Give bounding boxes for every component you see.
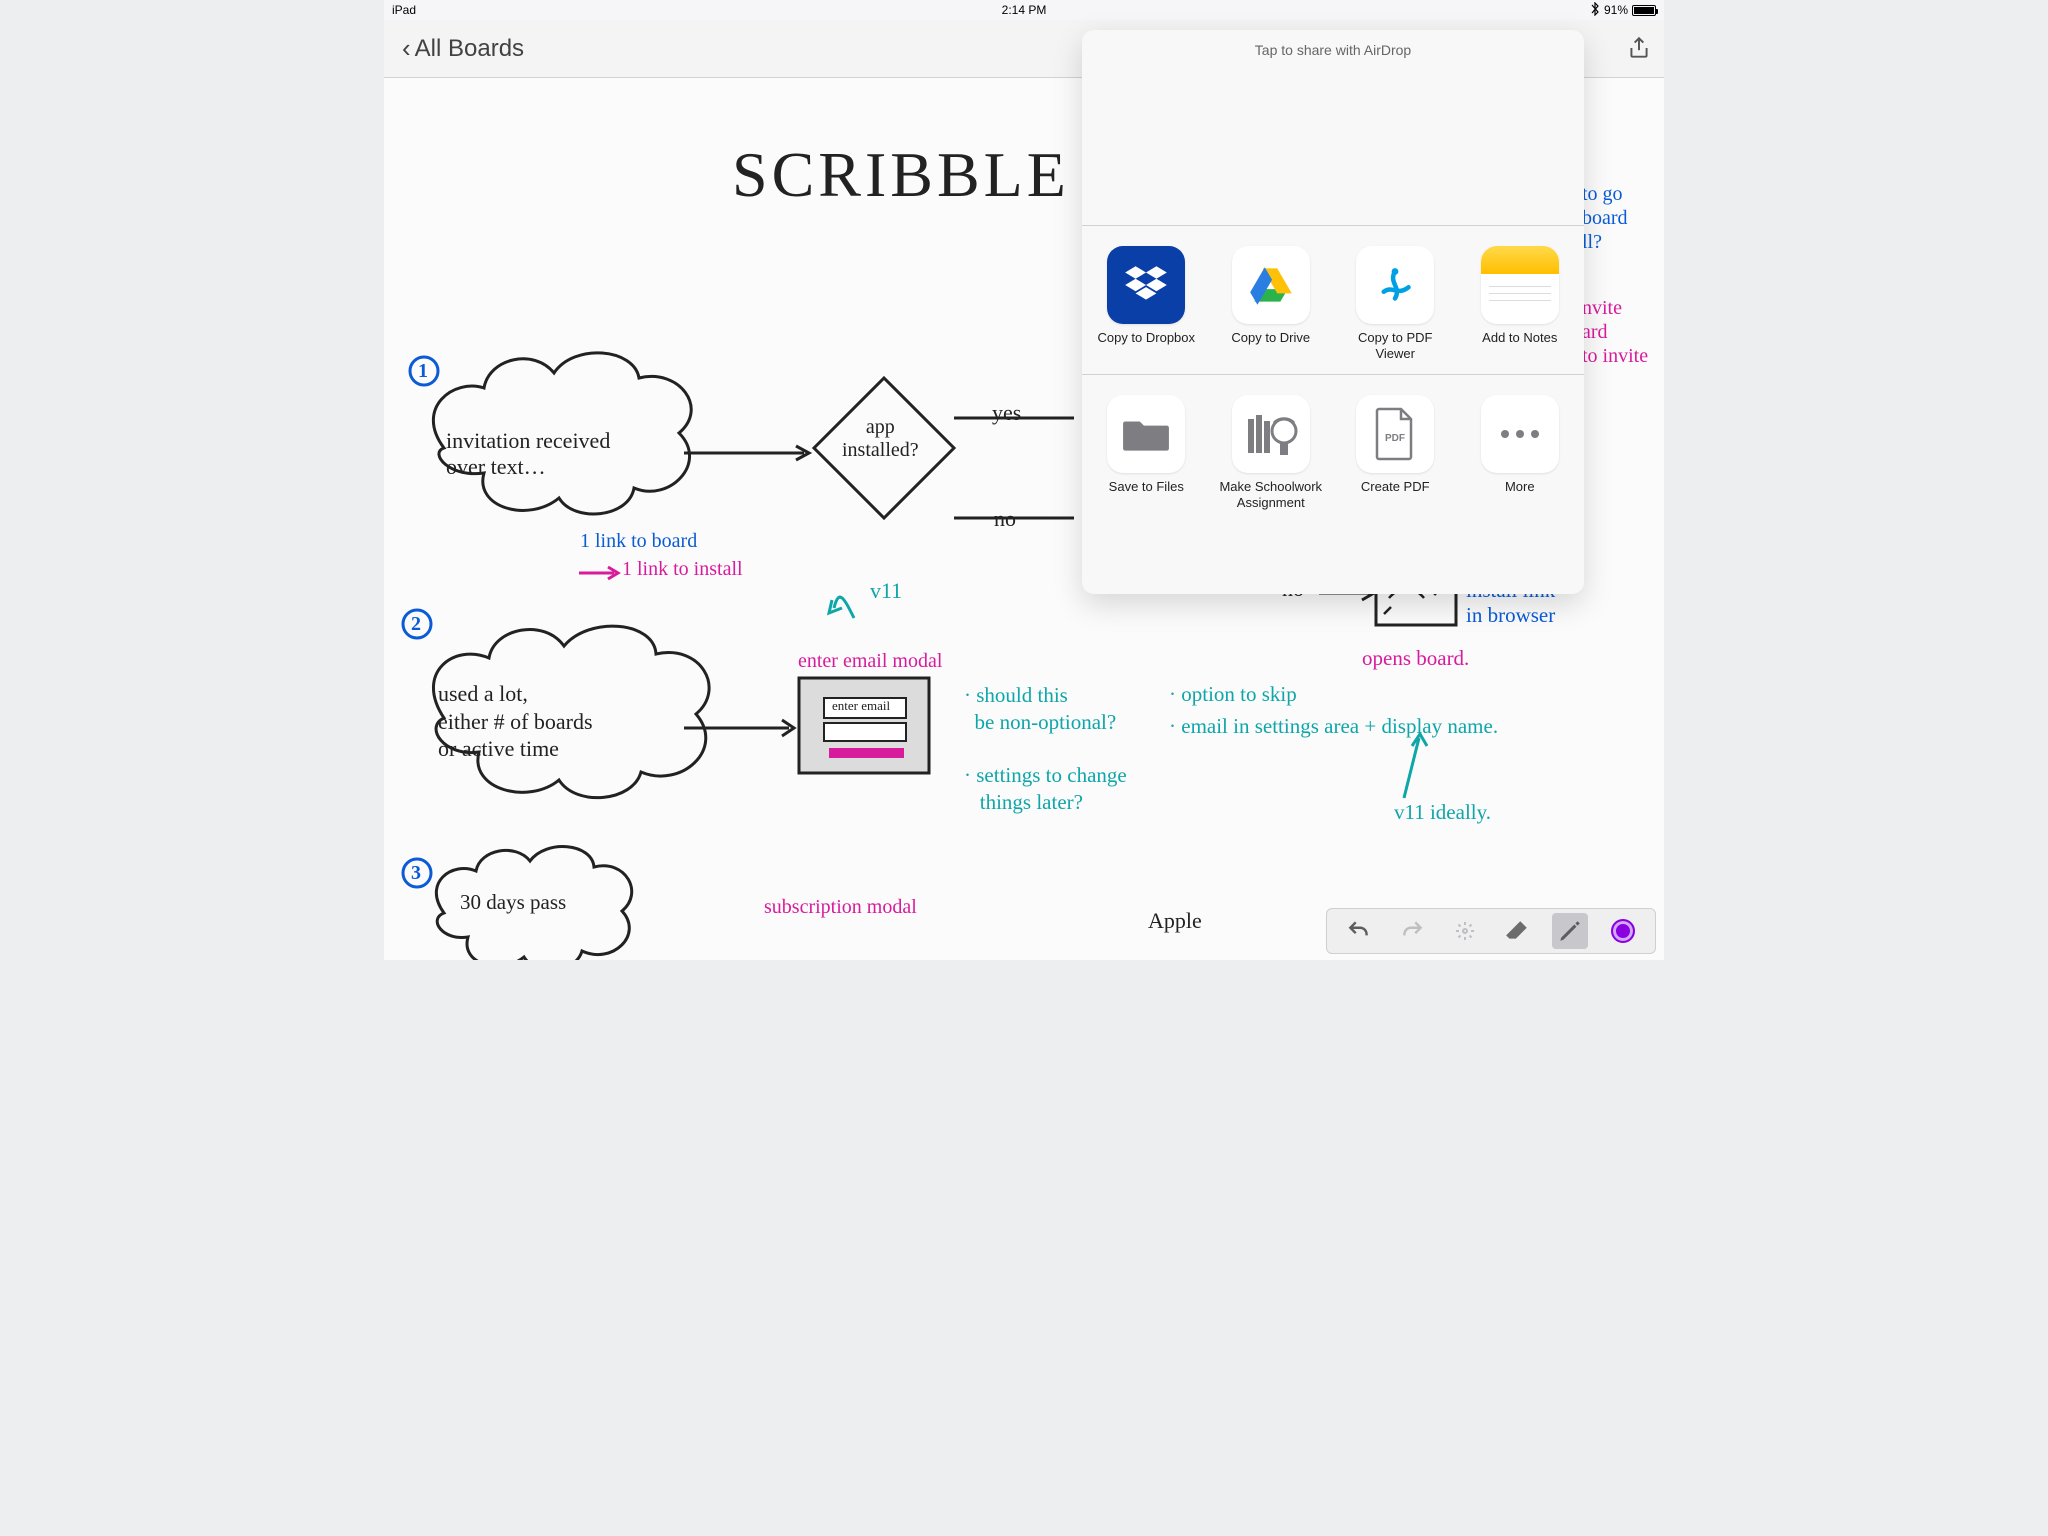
share-sheet: Tap to share with AirDrop Copy to Dropbo… — [1082, 30, 1584, 594]
share-action-add-to-notes[interactable]: Add to Notes — [1468, 246, 1573, 360]
back-button[interactable]: ‹ All Boards — [402, 33, 524, 64]
teal-question-1: · should this be non-optional? — [964, 682, 1116, 737]
bubble-1-text: invitation received over text… — [446, 428, 610, 481]
files-icon — [1107, 395, 1185, 473]
partial-right-b: nvite ard to invite — [1582, 296, 1648, 368]
airdrop-hint: Tap to share with AirDrop — [1082, 30, 1584, 70]
subscription-modal-label: subscription modal — [764, 896, 917, 919]
teal-question-5: v11 ideally. — [1394, 800, 1491, 825]
share-action-label: Add to Notes — [1482, 330, 1557, 360]
enter-email-field-label: enter email — [832, 698, 890, 714]
pdf-viewer-icon — [1356, 246, 1434, 324]
share-action-make-schoolwork-assignment[interactable]: Make Schoolwork Assignment — [1219, 395, 1324, 509]
share-actions-row-1: Copy to Dropbox Copy to Drive Copy to PD… — [1082, 226, 1584, 375]
v11-label: v11 — [870, 578, 902, 604]
undo-button[interactable] — [1341, 913, 1377, 949]
board-title: SCRIBBLE — [732, 138, 1070, 212]
status-bar: iPad 2:14 PM 91% — [384, 0, 1664, 20]
device-label: iPad — [392, 3, 416, 17]
link-note-line1: 1 link to board — [580, 530, 697, 553]
eraser-button[interactable] — [1499, 913, 1535, 949]
airdrop-area[interactable] — [1082, 70, 1584, 226]
share-action-copy-to-pdf-viewer[interactable]: Copy to PDF Viewer — [1343, 246, 1448, 360]
battery-percent: 91% — [1604, 3, 1628, 17]
battery-icon — [1632, 5, 1656, 16]
opens-board-label: opens board. — [1362, 646, 1469, 671]
status-right-cluster: 91% — [1586, 2, 1656, 19]
share-action-copy-to-drive[interactable]: Copy to Drive — [1219, 246, 1324, 360]
share-action-save-to-files[interactable]: Save to Files — [1094, 395, 1199, 509]
laser-pointer-button[interactable] — [1447, 913, 1483, 949]
share-action-copy-to-dropbox[interactable]: Copy to Dropbox — [1094, 246, 1199, 360]
current-color-swatch — [1611, 919, 1635, 943]
teal-question-3: · option to skip — [1169, 682, 1297, 707]
enter-email-modal-label: enter email modal — [798, 650, 942, 673]
share-action-label: Copy to PDF Viewer — [1343, 330, 1448, 360]
pen-button[interactable] — [1552, 913, 1588, 949]
step-2-number: 2 — [411, 613, 421, 636]
apple-label: Apple — [1148, 908, 1202, 934]
branch-no: no — [994, 506, 1016, 532]
more-icon — [1481, 395, 1559, 473]
share-action-label: Copy to Drive — [1231, 330, 1310, 360]
share-action-label: Copy to Dropbox — [1097, 330, 1195, 360]
bluetooth-icon-glyph — [1590, 2, 1600, 19]
svg-text:PDF: PDF — [1385, 433, 1405, 444]
schoolwork-icon — [1232, 395, 1310, 473]
diamond-text: app installed? — [842, 416, 919, 462]
share-action-more[interactable]: More — [1468, 395, 1573, 509]
share-action-label: Create PDF — [1361, 479, 1430, 509]
share-action-create-pdf[interactable]: PDF Create PDF — [1343, 395, 1448, 509]
chevron-left-icon: ‹ — [402, 33, 411, 64]
partial-right-a: to go board ll? — [1582, 182, 1628, 254]
share-button[interactable] — [1626, 35, 1654, 63]
bubble-2-text: used a lot, either # of boards or active… — [438, 680, 593, 763]
share-action-label: Make Schoolwork Assignment — [1219, 479, 1324, 509]
step-3-number: 3 — [411, 862, 421, 885]
branch-yes: yes — [992, 400, 1021, 426]
share-action-label: More — [1505, 479, 1535, 509]
drawing-toolbar — [1326, 908, 1656, 954]
back-label: All Boards — [415, 35, 524, 63]
redo-button[interactable] — [1394, 913, 1430, 949]
notes-icon — [1481, 246, 1559, 324]
teal-question-4: · email in settings area + display name. — [1169, 714, 1498, 739]
dropbox-icon — [1107, 246, 1185, 324]
share-actions-row-2: Save to Files Make Schoolwork Assignment… — [1082, 375, 1584, 523]
bubble-3-text: 30 days pass — [460, 890, 566, 915]
color-picker-button[interactable] — [1605, 913, 1641, 949]
gdrive-icon — [1232, 246, 1310, 324]
clock: 2:14 PM — [1002, 3, 1047, 17]
share-action-label: Save to Files — [1109, 479, 1184, 509]
link-note-line2: 1 link to install — [622, 558, 743, 581]
teal-question-2: · settings to change things later? — [964, 762, 1127, 817]
create-pdf-icon: PDF — [1356, 395, 1434, 473]
step-1-number: 1 — [418, 360, 428, 383]
